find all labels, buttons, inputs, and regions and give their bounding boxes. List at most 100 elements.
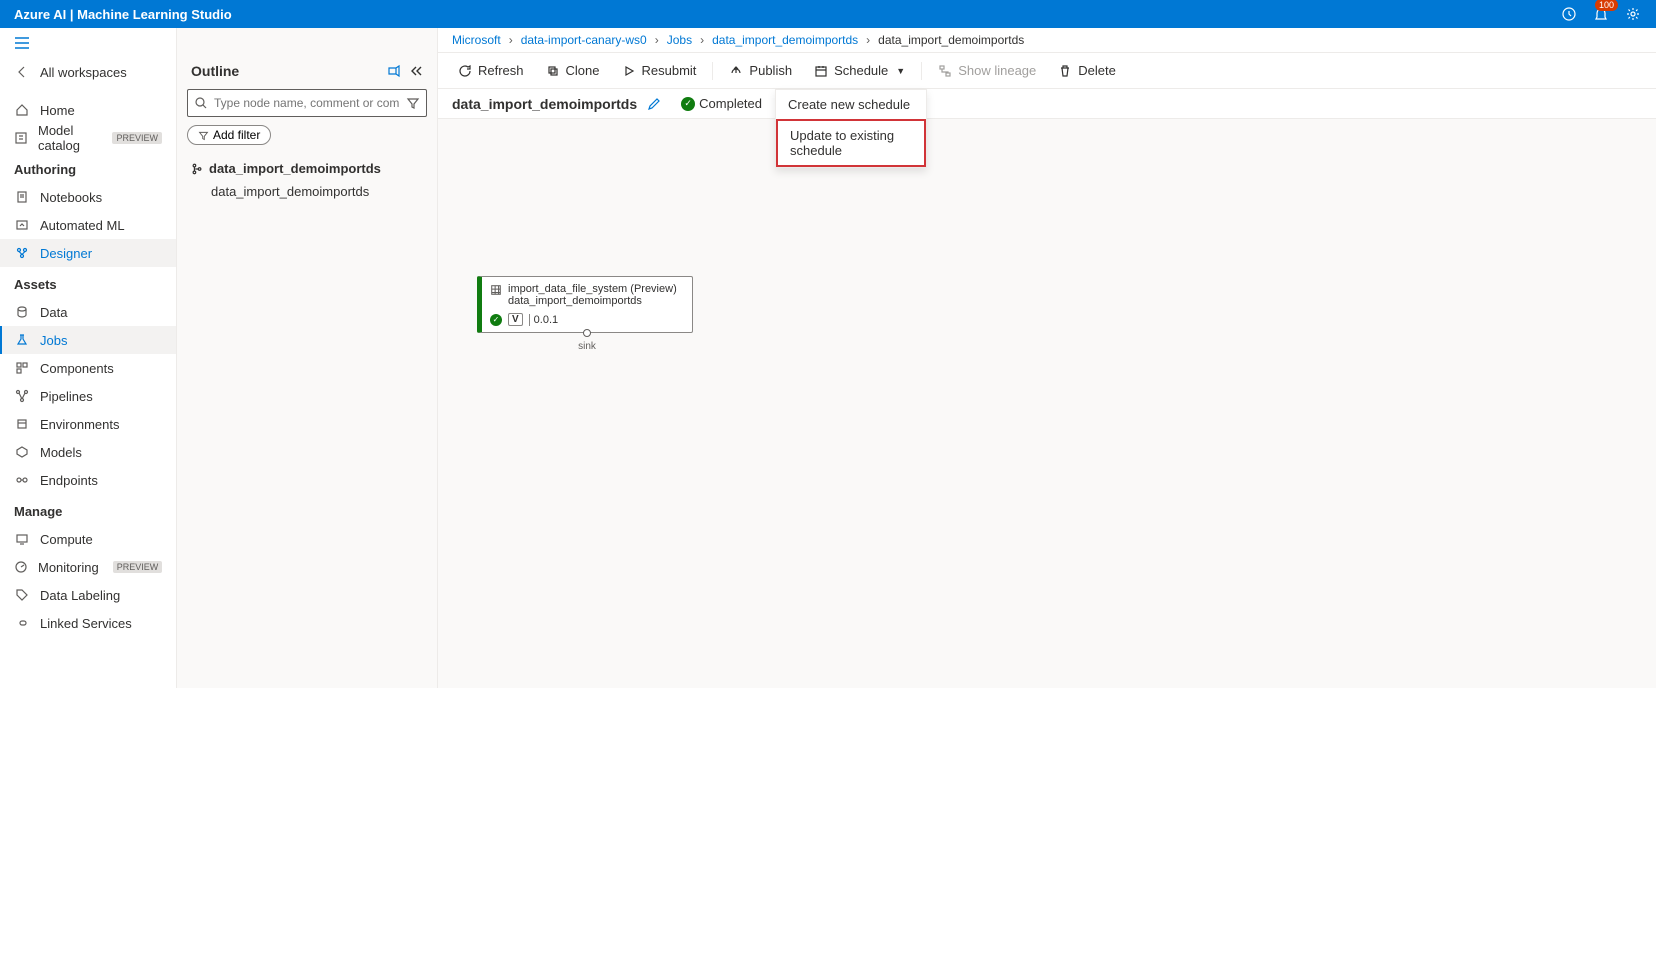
hamburger-icon[interactable] (0, 28, 176, 58)
pipeline-node[interactable]: import_data_file_system (Preview) data_i… (477, 276, 693, 333)
sidebar-linked-services[interactable]: Linked Services (0, 609, 176, 637)
sidebar-label: Designer (40, 246, 92, 261)
sidebar-compute[interactable]: Compute (0, 525, 176, 553)
job-header: data_import_demoimportds ✓ Completed (438, 89, 1656, 119)
grid-icon (490, 284, 502, 296)
linked-icon (14, 616, 30, 630)
endpoints-icon (14, 473, 30, 487)
schedule-button[interactable]: Schedule ▼ (804, 59, 915, 82)
outline-header: Outline (177, 53, 437, 89)
sidebar-environments[interactable]: Environments (0, 410, 176, 438)
breadcrumb-link[interactable]: data-import-canary-ws0 (521, 33, 647, 47)
search-icon (194, 96, 208, 110)
node-subtitle: data_import_demoimportds (508, 295, 677, 307)
share-icon[interactable] (387, 64, 401, 78)
search-input[interactable] (214, 96, 400, 110)
clock-icon[interactable] (1560, 5, 1578, 23)
sidebar-components[interactable]: Components (0, 354, 176, 382)
sidebar-label: Models (40, 445, 82, 460)
automl-icon (14, 218, 30, 232)
play-icon (622, 64, 636, 78)
port-label: sink (578, 341, 596, 352)
breadcrumb-link[interactable]: Microsoft (452, 33, 501, 47)
tree-root[interactable]: data_import_demoimportds (191, 157, 423, 180)
canvas[interactable]: import_data_file_system (Preview) data_i… (438, 119, 1656, 688)
sidebar-label: Data Labeling (40, 588, 120, 603)
outline-tree: data_import_demoimportds data_import_dem… (177, 153, 437, 207)
home-icon (14, 103, 30, 117)
sidebar-label: All workspaces (40, 65, 127, 80)
chevron-right-icon: › (655, 33, 659, 47)
pipelines-icon (14, 389, 30, 403)
filter-icon[interactable] (406, 96, 420, 110)
sidebar-model-catalog[interactable]: Model catalog PREVIEW (0, 124, 176, 152)
preview-badge: PREVIEW (113, 561, 163, 573)
breadcrumb-link[interactable]: Jobs (667, 33, 692, 47)
toolbar-label: Resubmit (642, 63, 697, 78)
sidebar-label: Notebooks (40, 190, 102, 205)
environments-icon (14, 417, 30, 431)
sidebar-designer[interactable]: Designer (0, 239, 176, 267)
back-all-workspaces[interactable]: All workspaces (0, 58, 176, 86)
sidebar-label: Automated ML (40, 218, 125, 233)
output-port[interactable] (583, 329, 591, 337)
gear-icon[interactable] (1624, 5, 1642, 23)
tree-root-label: data_import_demoimportds (209, 161, 381, 176)
sidebar-data-labeling[interactable]: Data Labeling (0, 581, 176, 609)
breadcrumb-link[interactable]: data_import_demoimportds (712, 33, 858, 47)
update-schedule-item[interactable]: Update to existing schedule (776, 119, 926, 167)
components-icon (14, 361, 30, 375)
filter-plus-icon (198, 130, 209, 141)
sidebar-label: Home (40, 103, 75, 118)
toolbar-label: Publish (749, 63, 792, 78)
sidebar-label: Jobs (40, 333, 67, 348)
sidebar-label: Components (40, 361, 114, 376)
models-icon (14, 445, 30, 459)
edit-icon[interactable] (647, 97, 661, 111)
sidebar-label: Compute (40, 532, 93, 547)
search-box[interactable] (187, 89, 427, 117)
outline-title: Outline (191, 63, 379, 79)
catalog-icon (14, 131, 28, 145)
breadcrumb: Microsoft › data-import-canary-ws0 › Job… (438, 28, 1656, 53)
create-schedule-item[interactable]: Create new schedule (776, 90, 926, 119)
toolbar-label: Show lineage (958, 63, 1036, 78)
chevron-right-icon: › (509, 33, 513, 47)
sidebar-models[interactable]: Models (0, 438, 176, 466)
delete-button[interactable]: Delete (1048, 59, 1126, 82)
sidebar-pipelines[interactable]: Pipelines (0, 382, 176, 410)
designer-icon (14, 246, 30, 260)
layout: All workspaces Home Model catalog PREVIE… (0, 28, 1656, 688)
sidebar-notebooks[interactable]: Notebooks (0, 183, 176, 211)
toolbar-label: Refresh (478, 63, 524, 78)
sidebar-endpoints[interactable]: Endpoints (0, 466, 176, 494)
check-icon: ✓ (681, 97, 695, 111)
sidebar-label: Data (40, 305, 67, 320)
bell-icon[interactable]: 100 (1592, 5, 1610, 23)
sidebar-automl[interactable]: Automated ML (0, 211, 176, 239)
main-panel: Microsoft › data-import-canary-ws0 › Job… (438, 28, 1656, 688)
sidebar-monitoring[interactable]: Monitoring PREVIEW (0, 553, 176, 581)
clone-icon (546, 64, 560, 78)
clone-button[interactable]: Clone (536, 59, 610, 82)
sidebar-home[interactable]: Home (0, 96, 176, 124)
sidebar-data[interactable]: Data (0, 298, 176, 326)
collapse-icon[interactable] (409, 64, 423, 78)
branch-icon (191, 163, 203, 175)
sidebar-jobs[interactable]: Jobs (0, 326, 176, 354)
add-filter-button[interactable]: Add filter (187, 125, 271, 145)
resubmit-button[interactable]: Resubmit (612, 59, 707, 82)
refresh-button[interactable]: Refresh (448, 59, 534, 82)
sidebar-label: Monitoring (38, 560, 99, 575)
tree-child[interactable]: data_import_demoimportds (191, 180, 423, 203)
publish-button[interactable]: Publish (719, 59, 802, 82)
search-row (177, 89, 437, 125)
node-header: import_data_file_system (Preview) data_i… (482, 277, 692, 309)
compute-icon (14, 532, 30, 546)
app-title: Azure AI | Machine Learning Studio (14, 7, 1560, 22)
show-lineage-button: Show lineage (928, 59, 1046, 82)
status: ✓ Completed (681, 96, 762, 111)
sidebar-label: Pipelines (40, 389, 93, 404)
manage-header: Manage (0, 494, 176, 525)
topbar-actions: 100 (1560, 5, 1642, 23)
